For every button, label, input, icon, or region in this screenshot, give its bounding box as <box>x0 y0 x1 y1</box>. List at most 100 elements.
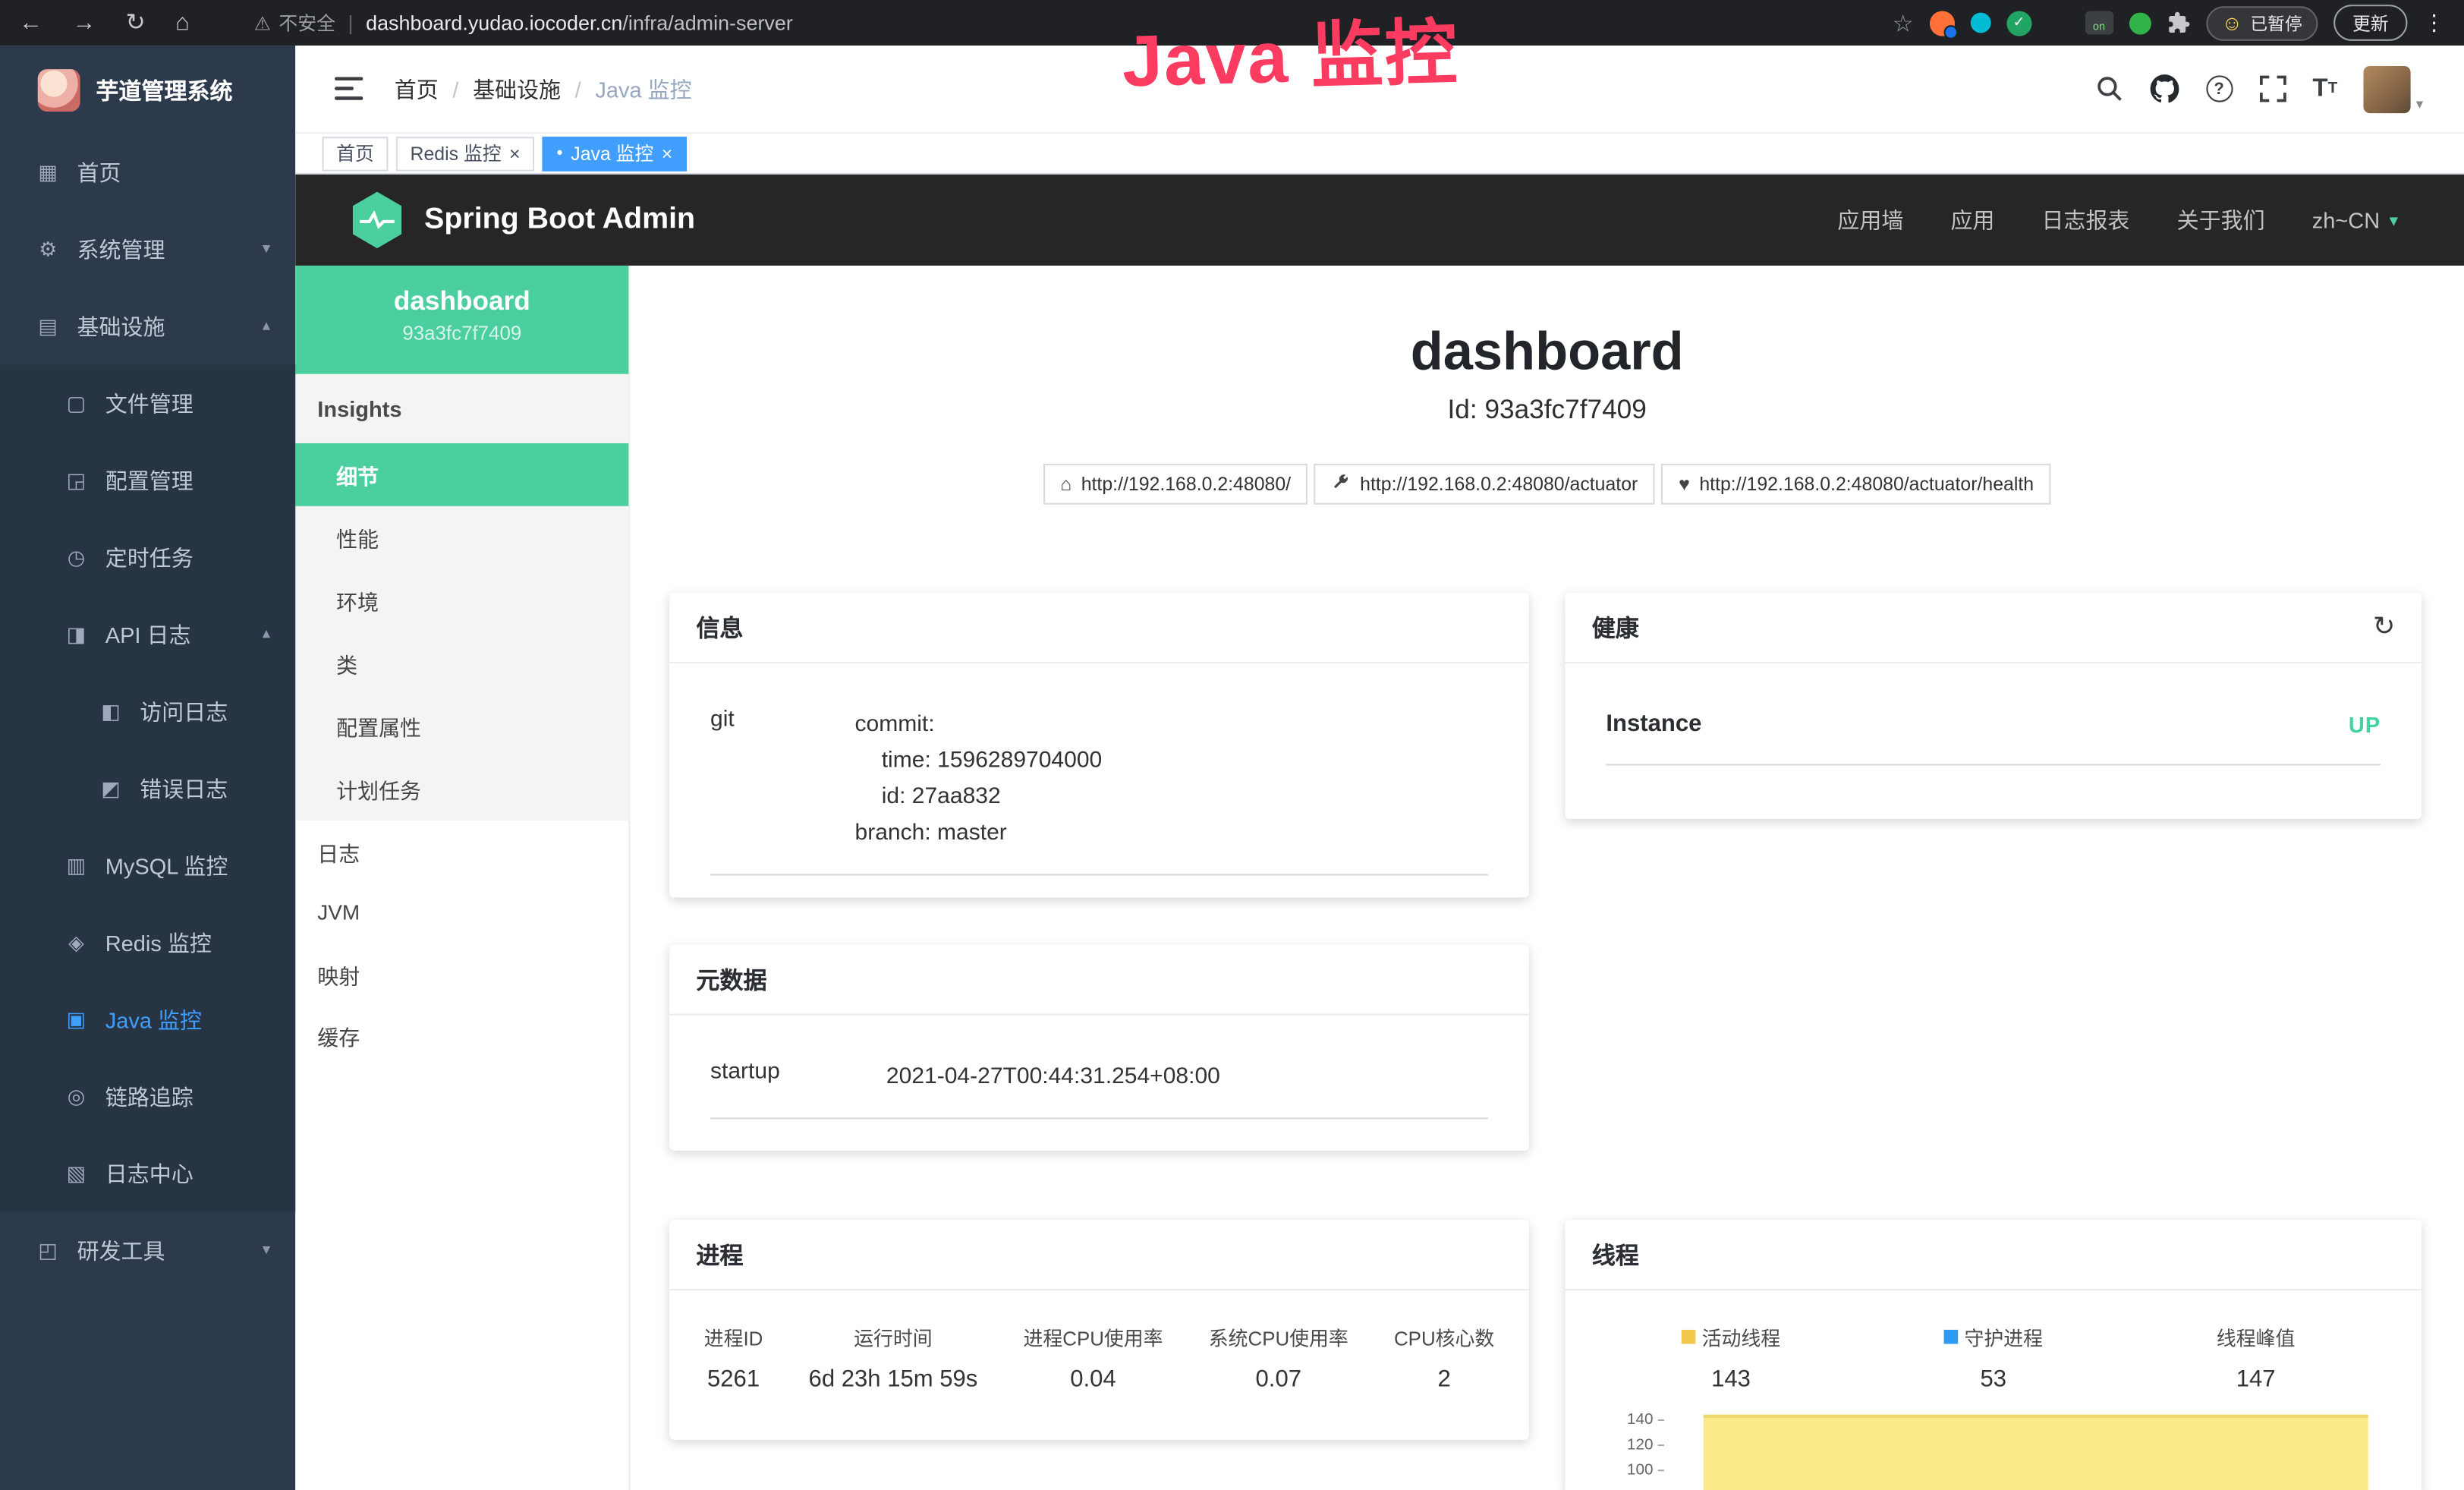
sba-nav-about[interactable]: 关于我们 <box>2177 204 2265 235</box>
extension-icon[interactable]: ✓ <box>2006 10 2031 35</box>
address-bar[interactable]: ⚠ 不安全 | dashboard.yudao.iocoder.cn/infra… <box>254 9 1893 36</box>
menu-group-insights-header[interactable]: Insights <box>295 374 628 443</box>
threads-stat-label: 守护进程 <box>1964 1322 2043 1352</box>
menu-item-scheduled-tasks[interactable]: 计划任务 <box>295 758 628 821</box>
sba-instance-header[interactable]: dashboard 93a3fc7f7409 <box>295 266 628 374</box>
browser-home-icon[interactable]: ⌂ <box>175 11 190 34</box>
sidebar-item-log-center[interactable]: ▧ 日志中心 <box>0 1135 295 1211</box>
menu-item-classes[interactable]: 类 <box>295 632 628 695</box>
breadcrumb-home[interactable]: 首页 <box>395 73 439 104</box>
avatar[interactable] <box>2364 65 2411 112</box>
sidebar-item-api-logs[interactable]: ◨ API 日志 ▴ <box>0 596 295 673</box>
menu-item-environment[interactable]: 环境 <box>295 569 628 632</box>
browser-reload-icon[interactable]: ↻ <box>126 11 146 34</box>
profile-paused-badge[interactable]: ☺ 已暂停 <box>2206 5 2318 40</box>
sba-nav-wallboard[interactable]: 应用墙 <box>1837 204 1903 235</box>
extension-on-icon[interactable]: on <box>2085 11 2113 34</box>
menu-item-jvm[interactable]: JVM <box>295 882 628 943</box>
java-icon: ▣ <box>63 1006 90 1032</box>
error-log-icon: ◩ <box>97 776 124 801</box>
sidebar-item-access-logs[interactable]: ◧ 访问日志 <box>0 673 295 749</box>
spring-boot-admin: Spring Boot Admin 应用墙 应用 日志报表 关于我们 zh~CN… <box>295 175 2464 1490</box>
github-icon[interactable] <box>2149 74 2179 103</box>
menu-item-logs[interactable]: 日志 <box>295 821 628 882</box>
sidebar-item-home[interactable]: ▦ 首页 <box>0 134 295 210</box>
extensions-puzzle-icon[interactable] <box>2167 11 2190 34</box>
user-menu[interactable]: ▾ <box>2364 65 2423 112</box>
bookmark-star-icon[interactable]: ☆ <box>1893 8 1914 36</box>
close-icon[interactable]: × <box>662 143 673 162</box>
instance-links: ⌂ http://192.168.0.2:48080/ http://192.1… <box>630 464 2464 505</box>
tab-redis-monitor[interactable]: Redis 监控 × <box>396 136 534 171</box>
threads-stat-value: 147 <box>2170 1366 2343 1393</box>
sidebar-item-system-management[interactable]: ⚙ 系统管理 ▾ <box>0 210 295 287</box>
sidebar-toggle-icon[interactable] <box>335 77 363 100</box>
menu-item-config-properties[interactable]: 配置属性 <box>295 695 628 758</box>
breadcrumb-infrastructure[interactable]: 基础设施 <box>473 73 561 104</box>
sidebar-item-java-monitor[interactable]: ▣ Java 监控 <box>0 981 295 1057</box>
extension-icon[interactable] <box>2129 12 2151 34</box>
instance-id-subtitle: Id: 93a3fc7f7409 <box>630 395 2464 426</box>
history-icon[interactable]: ↺ <box>2372 612 2395 643</box>
extension-icon[interactable] <box>2047 12 2069 34</box>
menu-item-details[interactable]: 细节 <box>295 443 628 506</box>
search-icon[interactable] <box>2096 75 2123 102</box>
url-host[interactable]: dashboard.yudao.iocoder.cn <box>366 11 622 34</box>
infrastructure-icon: ▤ <box>35 313 61 339</box>
address-separator: | <box>348 11 354 34</box>
tab-java-monitor[interactable]: ● Java 监控 × <box>543 136 687 171</box>
sidebar-item-scheduled-jobs[interactable]: ◷ 定时任务 <box>0 518 295 595</box>
sidebar-item-file-management[interactable]: ▢ 文件管理 <box>0 364 295 441</box>
process-col-pid: 进程ID 5261 <box>704 1322 763 1393</box>
chrome-update-button[interactable]: 更新 <box>2333 5 2407 41</box>
close-icon[interactable]: × <box>509 143 521 162</box>
tab-home[interactable]: 首页 <box>323 136 389 171</box>
process-card-title: 进程 <box>669 1220 1529 1290</box>
sba-locale-select[interactable]: zh~CN ▾ <box>2312 207 2398 232</box>
sidebar-item-error-logs[interactable]: ◩ 错误日志 <box>0 750 295 827</box>
sba-brand-title[interactable]: Spring Boot Admin <box>424 203 695 238</box>
menu-item-performance[interactable]: 性能 <box>295 506 628 569</box>
instance-link-base[interactable]: ⌂ http://192.168.0.2:48080/ <box>1043 464 1308 505</box>
sidebar-item-redis-monitor[interactable]: ◈ Redis 监控 <box>0 904 295 981</box>
sba-main: dashboard Id: 93a3fc7f7409 ⌂ http://192.… <box>630 266 2464 1490</box>
profile-avatar-icon: ☺ <box>2222 13 2243 33</box>
sba-nav-applications[interactable]: 应用 <box>1950 204 1994 235</box>
browser-back-icon[interactable]: ← <box>19 11 42 34</box>
sba-menu-group-insights: Insights 细节 性能 环境 类 配置属性 计划任务 <box>295 374 628 821</box>
info-line: time: 1596289704000 <box>855 743 1489 780</box>
sba-nav-journal[interactable]: 日志报表 <box>2042 204 2130 235</box>
browser-forward-icon[interactable]: → <box>72 11 96 34</box>
sidebar-item-mysql-monitor[interactable]: ▥ MySQL 监控 <box>0 827 295 903</box>
security-warning-label[interactable]: 不安全 <box>278 9 335 36</box>
sidebar-item-infrastructure[interactable]: ▤ 基础设施 ▴ <box>0 288 295 364</box>
url-path[interactable]: /infra/admin-server <box>622 11 792 34</box>
menu-item-mappings[interactable]: 映射 <box>295 943 628 1004</box>
help-icon[interactable]: ? <box>2206 75 2233 102</box>
threads-stat-value: 143 <box>1644 1366 1817 1393</box>
sidebar-item-trace[interactable]: ◎ 链路追踪 <box>0 1058 295 1135</box>
instance-link-actuator[interactable]: http://192.168.0.2:48080/actuator <box>1314 464 1655 505</box>
process-value: 0.07 <box>1209 1366 1348 1393</box>
process-header: 系统CPU使用率 <box>1209 1322 1348 1352</box>
sidebar-item-dev-tools[interactable]: ◰ 研发工具 ▾ <box>0 1212 295 1289</box>
tools-icon: ◰ <box>35 1238 61 1263</box>
info-card-title: 信息 <box>669 593 1529 663</box>
tab-label: Redis 监控 <box>411 140 502 166</box>
menu-item-caches[interactable]: 缓存 <box>295 1004 628 1066</box>
font-size-icon[interactable]: TT <box>2312 76 2337 101</box>
instance-link-health[interactable]: ♥ http://192.168.0.2:48080/actuator/heal… <box>1661 464 2050 505</box>
extension-icon[interactable] <box>1970 13 1990 33</box>
threads-chart-area <box>1704 1415 2368 1490</box>
chrome-menu-icon[interactable]: ⋮ <box>2423 9 2445 36</box>
sidebar-item-config-management[interactable]: ◲ 配置管理 <box>0 442 295 518</box>
process-header: 进程CPU使用率 <box>1023 1322 1163 1352</box>
y-tick-label: 100 <box>1600 1461 1653 1479</box>
fullscreen-icon[interactable] <box>2259 75 2286 102</box>
access-log-icon: ◧ <box>97 698 124 723</box>
extension-icon[interactable] <box>1929 10 1954 35</box>
app-brand[interactable]: 芋道管理系统 <box>0 46 295 134</box>
file-icon: ▢ <box>63 391 90 416</box>
sidebar-item-label: 定时任务 <box>105 541 194 572</box>
sba-logo-icon[interactable] <box>349 192 406 249</box>
